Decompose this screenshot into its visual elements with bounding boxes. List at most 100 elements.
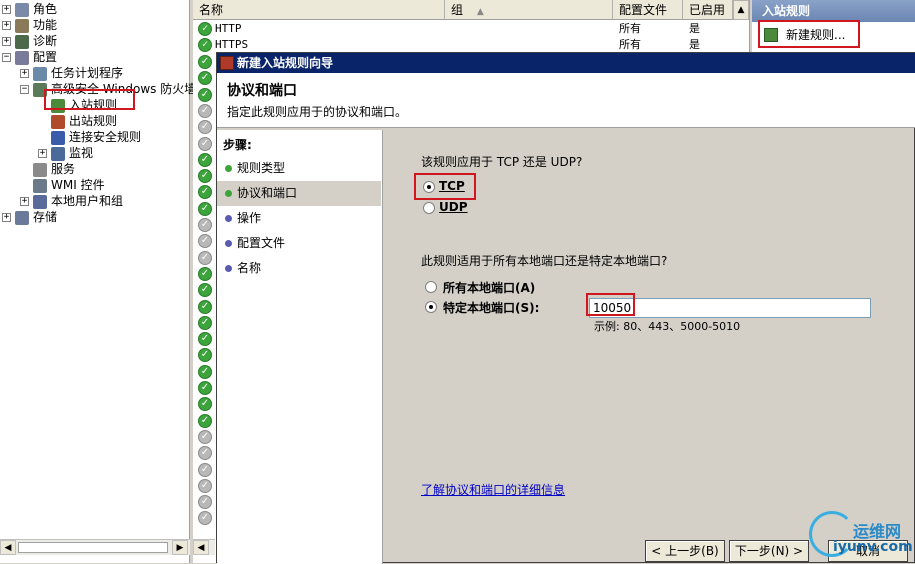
rule-name: HTTPS: [215, 38, 249, 51]
table-row[interactable]: ✓ HTTP 所有 是: [193, 21, 733, 37]
enabled-check-icon: ✓: [198, 218, 212, 232]
learn-more-link[interactable]: 了解协议和端口的详细信息: [421, 481, 565, 498]
step-name[interactable]: 名称: [217, 256, 381, 281]
expand-icon[interactable]: +: [20, 197, 29, 206]
enabled-check-icon: ✓: [198, 71, 212, 86]
column-header-group[interactable]: 组 ▲: [445, 0, 613, 20]
enabled-check-icon: ✓: [198, 55, 212, 69]
console-tree: + 角色 + 功能 + 诊断 − 配置 + 任务计划程序 − 高级安全 Windows 防火墙 入站规则…: [0, 0, 196, 563]
actions-header: 入站规则: [752, 0, 915, 22]
radio-all-ports[interactable]: [425, 281, 437, 293]
enabled-check-icon: ✓: [198, 250, 212, 265]
step-rule-type[interactable]: 规则类型: [217, 156, 381, 181]
next-button[interactable]: 下一步(N) >: [729, 540, 809, 562]
tree-item[interactable]: 连接安全规则: [38, 129, 141, 145]
tree-node-icon: [51, 114, 65, 129]
label-udp[interactable]: UDP: [439, 200, 468, 214]
list-hscrollbar[interactable]: ◀: [193, 539, 215, 555]
column-header-enabled[interactable]: 已启用: [683, 0, 733, 20]
step-done-icon: [225, 165, 232, 172]
tree-node-icon: [15, 2, 29, 17]
tree-item[interactable]: + 角色: [2, 1, 57, 17]
step-action[interactable]: 操作: [217, 206, 381, 231]
tree-node-icon: [51, 130, 65, 145]
scroll-left-icon[interactable]: ◀: [0, 540, 16, 555]
tree-item-label: 任务计划程序: [51, 66, 124, 80]
enabled-check-icon: ✓: [198, 495, 212, 510]
column-group-label: 组: [451, 3, 464, 17]
scroll-right-icon[interactable]: ▶: [172, 540, 188, 555]
expand-icon[interactable]: +: [2, 5, 11, 14]
tree-item[interactable]: 服务: [20, 161, 75, 177]
tree-node-icon: [15, 50, 29, 65]
tree-item[interactable]: + 本地用户和组: [20, 193, 123, 209]
enabled-check-icon: ✓: [198, 120, 212, 135]
enabled-check-icon: ✓: [198, 38, 212, 52]
expand-icon[interactable]: +: [20, 69, 29, 78]
enabled-check-icon: ✓: [198, 429, 212, 444]
tree-item[interactable]: + 诊断: [2, 33, 57, 49]
expand-icon[interactable]: +: [2, 21, 11, 30]
tree-item[interactable]: − 配置: [2, 49, 57, 65]
label-specific-ports[interactable]: 特定本地端口(S):: [443, 299, 539, 316]
step-current-icon: [225, 190, 232, 197]
enabled-check-icon: ✓: [198, 478, 212, 493]
step-pending-icon: [225, 265, 232, 272]
highlight-inbound-rules: [44, 89, 135, 110]
step-profile[interactable]: 配置文件: [217, 231, 381, 256]
step-pending-icon: [225, 215, 232, 222]
tree-item[interactable]: 出站规则: [38, 113, 117, 129]
scroll-thumb[interactable]: [18, 542, 168, 553]
enabled-check-icon: ✓: [198, 381, 212, 395]
highlight-tcp: [414, 173, 476, 200]
list-scroll-left-icon[interactable]: ◀: [193, 540, 209, 555]
tree-item[interactable]: WMI 控件: [20, 177, 105, 193]
watermark-url: iyunv.com: [833, 539, 913, 555]
steps-panel: 步骤: 规则类型 协议和端口 操作 配置文件 名称: [217, 130, 383, 564]
tree-item-label: 配置: [33, 50, 58, 64]
label-all-ports[interactable]: 所有本地端口(A): [443, 279, 535, 296]
expand-icon[interactable]: +: [2, 213, 11, 222]
wizard-app-icon: [220, 56, 234, 70]
tree-node-icon: [51, 146, 65, 161]
tree-node-icon: [15, 34, 29, 49]
expand-icon[interactable]: +: [2, 37, 11, 46]
radio-specific-ports[interactable]: [425, 301, 437, 313]
enabled-check-icon: ✓: [198, 413, 212, 428]
port-example: 示例: 80、443、5000-5010: [594, 320, 741, 333]
rule-name: HTTP: [215, 22, 242, 35]
radio-udp[interactable]: [423, 202, 435, 214]
tree-node-icon: [33, 194, 47, 209]
collapse-icon[interactable]: −: [2, 53, 11, 62]
question-ports: 此规则适用于所有本地端口还是特定本地端口?: [421, 254, 668, 268]
tree-item[interactable]: + 任务计划程序: [20, 65, 123, 81]
column-header-name[interactable]: 名称: [193, 0, 445, 20]
enabled-check-icon: ✓: [198, 152, 212, 167]
rule-enabled: 是: [689, 22, 700, 35]
list-scroll-up-icon[interactable]: ▲: [733, 0, 749, 20]
enabled-check-icon: ✓: [198, 22, 212, 36]
column-header-profile[interactable]: 配置文件: [613, 0, 683, 20]
step-protocol-ports[interactable]: 协议和端口: [217, 181, 381, 206]
table-row[interactable]: ✓ HTTPS 所有 是: [193, 37, 733, 53]
expand-icon[interactable]: +: [38, 149, 47, 158]
tree-node-icon: [15, 210, 29, 225]
dialog-header: 协议和端口 指定此规则应用于的协议和端口。: [217, 73, 915, 128]
steps-label: 步骤:: [223, 138, 252, 152]
tree-hscrollbar[interactable]: ◀ ▶: [0, 539, 190, 555]
back-button[interactable]: < 上一步(B): [645, 540, 725, 562]
tree-item-label: 服务: [51, 162, 76, 176]
tree-item[interactable]: + 监视: [38, 145, 93, 161]
tree-item[interactable]: + 存储: [2, 209, 57, 225]
enabled-check-icon: ✓: [198, 332, 212, 347]
step-pending-icon: [225, 240, 232, 247]
page-description: 指定此规则应用于的协议和端口。: [227, 105, 408, 119]
tree-item-label: 本地用户和组: [51, 194, 124, 208]
enabled-check-icon: ✓: [198, 511, 212, 526]
tree-item[interactable]: + 功能: [2, 17, 57, 33]
tree-item-label: 出站规则: [69, 114, 118, 128]
enabled-check-icon: ✓: [198, 446, 212, 461]
dialog-titlebar[interactable]: 新建入站规则向导: [217, 53, 915, 73]
collapse-icon[interactable]: −: [20, 85, 29, 94]
dialog-title: 新建入站规则向导: [237, 56, 334, 70]
